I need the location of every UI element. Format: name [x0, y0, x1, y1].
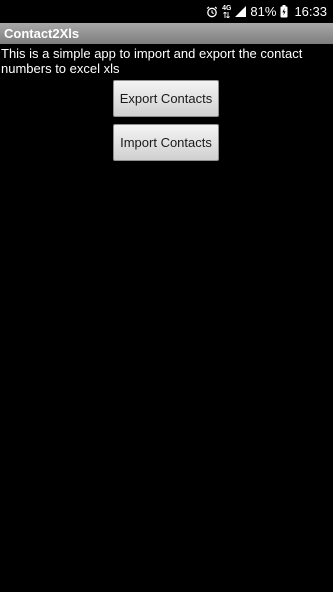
battery-charging-icon: [280, 0, 288, 23]
import-contacts-button[interactable]: Import Contacts: [113, 124, 219, 161]
app-description: This is a simple app to import and expor…: [1, 46, 303, 76]
app-title: Contact2Xls: [4, 26, 80, 41]
app-screen: 4G 81% 16:33 Contact2Xls This is a simpl…: [0, 0, 333, 592]
data-arrows-icon: [223, 12, 231, 18]
app-title-bar: Contact2Xls: [0, 23, 333, 44]
clock-time: 16:33: [294, 4, 327, 19]
status-bar: 4G 81% 16:33: [0, 0, 333, 23]
signal-bars-icon: [235, 0, 247, 23]
network-type-indicator: 4G: [222, 0, 231, 23]
network-type-label: 4G: [222, 5, 232, 12]
alarm-clock-icon: [206, 0, 218, 23]
battery-percent: 81%: [250, 4, 277, 19]
export-contacts-button[interactable]: Export Contacts: [113, 80, 219, 117]
status-icons: 4G 81% 16:33: [206, 0, 327, 23]
